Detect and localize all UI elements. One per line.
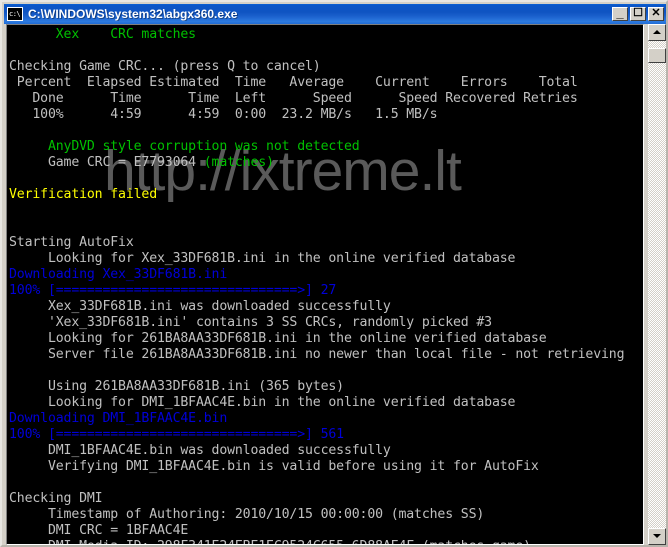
console-line: Verifying DMI_1BFAAC4E.bin is valid befo… <box>8 459 642 475</box>
console-line: AnyDVD style corruption was not detected <box>8 139 642 155</box>
console-line: 100% 4:59 4:59 0:00 23.2 MB/s 1.5 MB/s <box>8 107 642 123</box>
console-text-segment: Using 261BA8AA33DF681B.ini (365 bytes) <box>9 379 344 394</box>
console-line: Starting AutoFix <box>8 235 642 251</box>
console-line: Xex CRC matches <box>8 27 642 43</box>
console-text-segment: Verification failed <box>9 187 158 202</box>
console-text-segment: AnyDVD style corruption was not detected <box>9 139 360 154</box>
console-line: 'Xex_33DF681B.ini' contains 3 SS CRCs, r… <box>8 315 642 331</box>
console-window: C:\WINDOWS\system32\abgx360.exe _ ☐ ✕ ht… <box>0 0 668 547</box>
console-text-segment: Xex_33DF681B.ini was downloaded successf… <box>9 299 391 314</box>
scrollbar-thumb[interactable] <box>648 48 666 63</box>
console-line: 100% [===============================>] … <box>8 427 642 443</box>
window-title: C:\WINDOWS\system32\abgx360.exe <box>28 7 238 21</box>
console-line: Done Time Time Left Speed Speed Recovere… <box>8 91 642 107</box>
console-text-segment: DMI CRC = 1BFAAC4E <box>9 523 189 538</box>
console-line: 100% [===============================>] … <box>8 283 642 299</box>
console-line: Looking for Xex_33DF681B.ini in the onli… <box>8 251 642 267</box>
console-text-segment: Looking for DMI_1BFAAC4E.bin in the onli… <box>9 395 516 410</box>
close-icon: ✕ <box>651 7 661 19</box>
console-line: Game CRC = E7793064 (matches) <box>8 155 642 171</box>
console-text-segment: 'Xex_33DF681B.ini' contains 3 SS CRCs, r… <box>9 315 492 330</box>
console-line: Server file 261BA8AA33DF681B.ini no newe… <box>8 347 642 363</box>
console-text-segment: Timestamp of Authoring: 2010/10/15 00:00… <box>9 507 485 522</box>
console-line: Xex_33DF681B.ini was downloaded successf… <box>8 299 642 315</box>
console-text-segment: Checking Game CRC... (press Q to cancel) <box>9 59 321 74</box>
console-line: Using 261BA8AA33DF681B.ini (365 bytes) <box>8 379 642 395</box>
maximize-button[interactable]: ☐ <box>630 7 646 21</box>
console-text-segment: (matches) <box>203 155 274 170</box>
console-text-segment: DMI Media ID: 298F341E24EBE1EC9524C655-6… <box>9 539 531 544</box>
console-text-segment: Verifying DMI_1BFAAC4E.bin is valid befo… <box>9 459 539 474</box>
console-text-segment: Looking for 261BA8AA33DF681B.ini in the … <box>9 331 547 346</box>
console-text-segment: Done Time Time Left Speed Speed Recovere… <box>9 91 578 106</box>
console-line-list: Xex CRC matches Checking Game CRC... (pre… <box>8 27 642 544</box>
console-output-panel: http://ixtreme.lt Xex CRC matches Checkin… <box>6 24 644 545</box>
console-line: Percent Elapsed Estimated Time Average C… <box>8 75 642 91</box>
console-line: DMI CRC = 1BFAAC4E <box>8 523 642 539</box>
console-window-icon <box>7 7 23 21</box>
console-text-segment: Downloading Xex_33DF681B.ini <box>9 267 228 282</box>
close-button[interactable]: ✕ <box>648 7 664 21</box>
minimize-icon: _ <box>616 5 624 20</box>
client-area: http://ixtreme.lt Xex CRC matches Checkin… <box>4 24 666 545</box>
console-text-segment: Starting AutoFix <box>9 235 134 250</box>
console-line: Looking for 261BA8AA33DF681B.ini in the … <box>8 331 642 347</box>
console-text-segment: Game CRC = E7793064 <box>9 155 204 170</box>
minimize-button[interactable]: _ <box>612 5 628 21</box>
maximize-icon: ☐ <box>633 7 643 19</box>
scroll-down-arrow-icon[interactable] <box>648 528 666 545</box>
console-line: Looking for DMI_1BFAAC4E.bin in the onli… <box>8 395 642 411</box>
console-line: DMI_1BFAAC4E.bin was downloaded successf… <box>8 443 642 459</box>
console-screen: http://ixtreme.lt Xex CRC matches Checkin… <box>8 26 642 544</box>
scroll-up-arrow-icon[interactable] <box>648 24 666 41</box>
console-line: Downloading Xex_33DF681B.ini <box>8 267 642 283</box>
console-line: Downloading DMI_1BFAAC4E.bin <box>8 411 642 427</box>
vertical-scrollbar[interactable] <box>648 24 666 545</box>
console-text-segment: 100% [===============================>] … <box>9 283 337 298</box>
console-text-segment: Percent Elapsed Estimated Time Average C… <box>9 75 578 90</box>
scrollbar-track[interactable] <box>648 41 666 528</box>
console-text-segment: Downloading DMI_1BFAAC4E.bin <box>9 411 228 426</box>
console-text-segment: Checking DMI <box>9 491 103 506</box>
console-text-segment: Xex CRC matches <box>9 27 196 42</box>
console-text-segment: Looking for Xex_33DF681B.ini in the onli… <box>9 251 516 266</box>
console-text-segment: DMI_1BFAAC4E.bin was downloaded successf… <box>9 443 391 458</box>
console-line: DMI Media ID: 298F341E24EBE1EC9524C655-6… <box>8 539 642 544</box>
console-line: Checking Game CRC... (press Q to cancel) <box>8 59 642 75</box>
titlebar[interactable]: C:\WINDOWS\system32\abgx360.exe _ ☐ ✕ <box>4 4 666 24</box>
console-text-segment: Server file 261BA8AA33DF681B.ini no newe… <box>9 347 625 362</box>
console-line: Checking DMI <box>8 491 642 507</box>
console-text-segment: 100% 4:59 4:59 0:00 23.2 MB/s 1.5 MB/s <box>9 107 438 122</box>
console-line: Timestamp of Authoring: 2010/10/15 00:00… <box>8 507 642 523</box>
console-text-segment: 100% [===============================>] … <box>9 427 344 442</box>
console-line: Verification failed <box>8 187 642 203</box>
